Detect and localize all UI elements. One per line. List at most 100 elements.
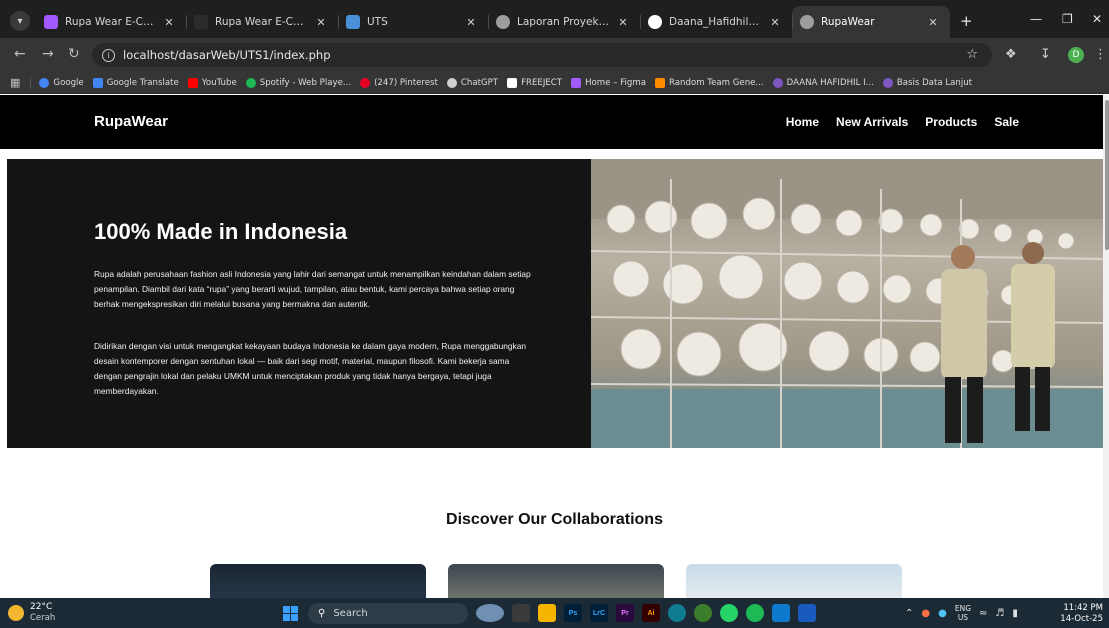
nav-home-link[interactable]: Home bbox=[786, 115, 819, 129]
extensions-icon[interactable]: ❖ bbox=[1005, 47, 1017, 62]
new-tab-button[interactable]: + bbox=[960, 12, 973, 30]
close-icon[interactable]: ✕ bbox=[768, 16, 782, 29]
window-close-button[interactable]: ✕ bbox=[1092, 12, 1102, 26]
collaboration-cards bbox=[210, 564, 902, 598]
illustrator-icon[interactable]: Ai bbox=[642, 604, 660, 622]
tab-title: Daana_Hafidhil_Islam_DES bbox=[669, 16, 762, 28]
nav-sale-link[interactable]: Sale bbox=[994, 115, 1019, 129]
close-icon[interactable]: ✕ bbox=[616, 16, 630, 29]
clock-time: 11:42 PM bbox=[1063, 603, 1103, 613]
tray-app-icon[interactable]: ● bbox=[938, 608, 947, 619]
close-icon[interactable]: ✕ bbox=[162, 16, 176, 29]
word-icon[interactable] bbox=[798, 604, 816, 622]
nav-new-arrivals-link[interactable]: New Arrivals bbox=[836, 115, 908, 129]
bookmark-random-team[interactable]: Random Team Gene... bbox=[655, 77, 764, 88]
volume-icon[interactable]: ♬ bbox=[995, 608, 1004, 619]
bookmark-label: Home – Figma bbox=[585, 77, 646, 88]
language-indicator[interactable]: ENG US bbox=[955, 604, 971, 622]
scrollbar-thumb[interactable] bbox=[1105, 100, 1109, 250]
collaboration-card[interactable] bbox=[448, 564, 664, 598]
tab-rupa-wear-ecommerce-2[interactable]: Rupa Wear E-Commerce ✕ bbox=[186, 6, 338, 38]
close-icon[interactable]: ✕ bbox=[464, 16, 478, 29]
profile-avatar[interactable]: D bbox=[1068, 47, 1084, 63]
collaboration-card[interactable] bbox=[210, 564, 426, 598]
close-icon[interactable]: ✕ bbox=[926, 16, 940, 29]
sun-icon bbox=[8, 605, 24, 621]
bookmark-google-translate[interactable]: Google Translate bbox=[92, 77, 179, 88]
windows-start-icon[interactable] bbox=[283, 606, 298, 621]
freeject-icon bbox=[507, 77, 518, 88]
back-button[interactable]: ← bbox=[14, 46, 26, 62]
bookmark-spotify[interactable]: Spotify - Web Playe... bbox=[245, 77, 351, 88]
vscode-icon[interactable] bbox=[772, 604, 790, 622]
web-page: RupaWear Home New Arrivals Products Sale… bbox=[0, 95, 1109, 598]
bookmark-freeject[interactable]: FREEJECT bbox=[507, 77, 563, 88]
bookmark-figma[interactable]: Home – Figma bbox=[571, 77, 646, 88]
site-info-icon[interactable]: i bbox=[102, 48, 115, 62]
weather-widget[interactable]: 22°C Cerah bbox=[8, 602, 55, 624]
taskbar-search[interactable]: ⚲ Search bbox=[308, 603, 468, 624]
close-icon[interactable]: ✕ bbox=[314, 16, 328, 29]
forward-button[interactable]: → bbox=[42, 46, 54, 62]
bookmark-label: Random Team Gene... bbox=[669, 77, 764, 88]
tab-uts[interactable]: UTS ✕ bbox=[338, 6, 488, 38]
youtube-icon bbox=[187, 77, 198, 88]
keyboard-region: US bbox=[957, 613, 969, 622]
tab-search-icon[interactable]: ▾ bbox=[10, 11, 30, 31]
bookmark-basis-data[interactable]: Basis Data Lanjut bbox=[882, 77, 972, 88]
address-bar[interactable]: i localhost/dasarWeb/UTS1/index.php ☆ bbox=[92, 43, 992, 67]
apps-grid-icon[interactable]: ▦ bbox=[10, 76, 20, 89]
hero-section: 100% Made in Indonesia Rupa adalah perus… bbox=[7, 159, 1106, 448]
weather-condition: Cerah bbox=[30, 613, 56, 623]
premiere-icon[interactable]: Pr bbox=[616, 604, 634, 622]
bookmark-daana[interactable]: DAANA HAFIDHIL I... bbox=[772, 77, 874, 88]
task-view-icon[interactable] bbox=[512, 604, 530, 622]
bookmark-label: FREEJECT bbox=[521, 77, 563, 88]
collaboration-card[interactable] bbox=[686, 564, 902, 598]
downloads-icon[interactable]: ↧ bbox=[1040, 47, 1051, 62]
bookmark-star-icon[interactable]: ☆ bbox=[966, 47, 978, 62]
figma-icon bbox=[571, 77, 582, 88]
menu-kebab-icon[interactable]: ⋮ bbox=[1094, 47, 1107, 62]
edge-icon[interactable] bbox=[668, 604, 686, 622]
file-explorer-icon[interactable] bbox=[538, 604, 556, 622]
minimize-button[interactable]: — bbox=[1030, 12, 1042, 26]
tab-rupa-wear-ecommerce-1[interactable]: Rupa Wear E-Commerce - ✕ bbox=[36, 6, 186, 38]
tab-github[interactable]: Daana_Hafidhil_Islam_DES ✕ bbox=[640, 6, 792, 38]
battery-icon[interactable]: ▮ bbox=[1012, 608, 1018, 619]
team-generator-icon bbox=[655, 77, 665, 88]
restore-button[interactable]: ❐ bbox=[1062, 12, 1073, 26]
chatgpt-icon bbox=[446, 77, 457, 88]
lightroom-classic-icon[interactable]: LrC bbox=[590, 604, 608, 622]
tab-rupawear[interactable]: RupaWear ✕ bbox=[792, 6, 950, 38]
photoshop-icon[interactable]: Ps bbox=[564, 604, 582, 622]
reload-button[interactable]: ↻ bbox=[68, 46, 80, 62]
widgets-icon[interactable] bbox=[476, 604, 504, 622]
taskbar-clock[interactable]: 11:42 PM 14-Oct-25 bbox=[1060, 603, 1103, 625]
taskbar-apps: Ps LrC Pr Ai bbox=[476, 604, 816, 622]
chrome-icon[interactable] bbox=[694, 604, 712, 622]
site-logo[interactable]: RupaWear bbox=[94, 113, 168, 130]
page-scrollbar[interactable] bbox=[1103, 95, 1109, 598]
bookmark-label: Google bbox=[53, 77, 84, 88]
nav-products-link[interactable]: Products bbox=[925, 115, 977, 129]
figma-icon bbox=[44, 15, 58, 29]
chevron-up-icon[interactable]: ⌃ bbox=[905, 608, 913, 619]
whatsapp-icon[interactable] bbox=[720, 604, 738, 622]
spotify-icon[interactable] bbox=[746, 604, 764, 622]
bookmark-google[interactable]: Google bbox=[39, 77, 84, 88]
tab-title: RupaWear bbox=[821, 16, 875, 28]
site-nav-links: Home New Arrivals Products Sale bbox=[786, 115, 1019, 129]
globe-icon bbox=[882, 77, 893, 88]
play-icon bbox=[194, 15, 208, 29]
wifi-icon[interactable]: ≈ bbox=[979, 608, 987, 619]
tab-laporan-proyek[interactable]: Laporan Proyek UTS.docx ✕ bbox=[488, 6, 640, 38]
globe-icon bbox=[772, 77, 783, 88]
bookmark-youtube[interactable]: YouTube bbox=[187, 77, 237, 88]
tray-app-icon[interactable]: ● bbox=[921, 608, 930, 619]
hero-text-panel: 100% Made in Indonesia Rupa adalah perus… bbox=[7, 159, 591, 448]
pinterest-icon bbox=[360, 77, 371, 88]
bookmark-pinterest[interactable]: (247) Pinterest bbox=[360, 77, 438, 88]
bookmark-chatgpt[interactable]: ChatGPT bbox=[446, 77, 498, 88]
factory-photo-illustration bbox=[591, 159, 1106, 448]
